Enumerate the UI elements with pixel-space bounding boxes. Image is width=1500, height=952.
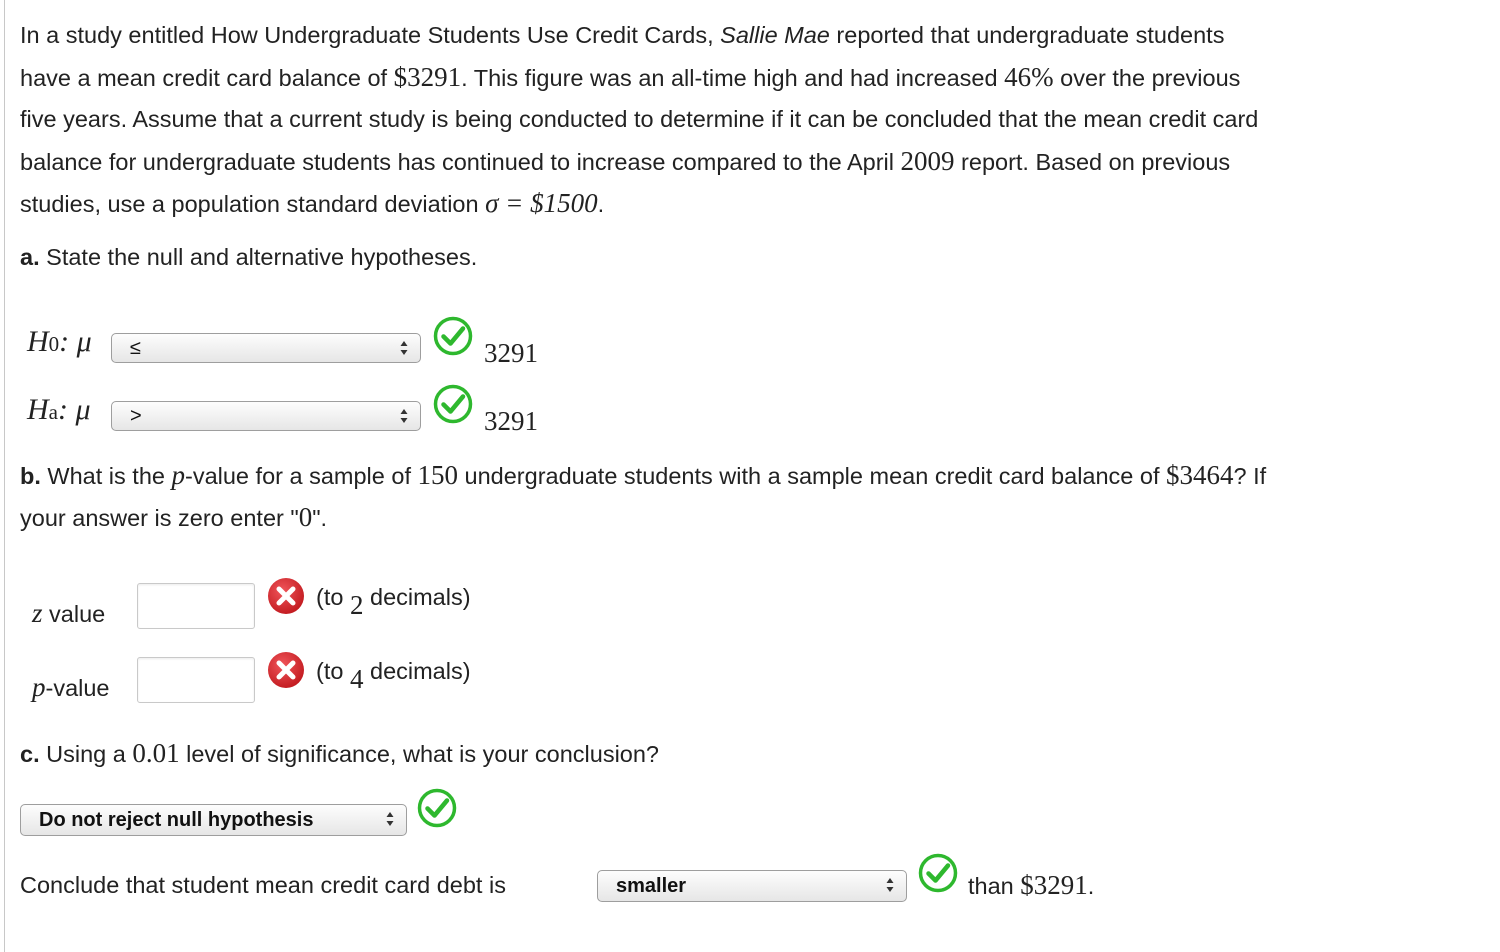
h0-value: 3291 <box>484 338 538 368</box>
z-value-label: z value <box>32 598 106 628</box>
h0-label: H0: μ <box>27 325 92 358</box>
z-x-circle-icon <box>267 577 305 615</box>
ha-value: 3291 <box>484 406 538 436</box>
updown-arrows-icon <box>400 340 408 356</box>
p-value-input[interactable] <box>137 657 255 703</box>
conclude-checkmark-circle-icon <box>918 853 958 893</box>
p-value-label: p-value <box>32 672 110 702</box>
updown-arrows-icon <box>386 811 394 827</box>
part-c-question: c. Using a 0.01 level of significance, w… <box>20 738 659 768</box>
intro-line-2: have a mean credit card balance of $3291… <box>20 62 1241 92</box>
decision-select[interactable]: Do not reject null hypothesis <box>20 804 407 836</box>
ha-relation-select[interactable]: > <box>111 401 421 431</box>
ha-checkmark-circle-icon <box>433 384 473 424</box>
intro-line-3: five years. Assume that a current study … <box>20 106 1259 132</box>
conclude-direction-select[interactable]: smaller <box>597 870 907 902</box>
decision-checkmark-circle-icon <box>417 788 457 828</box>
intro-line-1: In a study entitled How Undergraduate St… <box>20 22 1225 48</box>
intro-line-4: balance for undergraduate students has c… <box>20 146 1231 176</box>
updown-arrows-icon <box>400 408 408 424</box>
p-x-circle-icon <box>267 651 305 689</box>
z-value-input[interactable] <box>137 583 255 629</box>
p-decimals-hint: (to 4 decimals) <box>316 658 471 694</box>
conclude-text: Conclude that student mean credit card d… <box>20 872 506 898</box>
part-a-question: a. State the null and alternative hypoth… <box>20 244 478 270</box>
ha-label: Ha: μ <box>27 393 91 426</box>
intro-line-5: studies, use a population standard devia… <box>20 188 605 218</box>
part-b-question-line-2: your answer is zero enter "0". <box>20 502 328 532</box>
part-b-question-line-1: b. What is the p-value for a sample of 1… <box>20 460 1267 490</box>
h0-relation-select[interactable]: ≤ <box>111 333 421 363</box>
updown-arrows-icon <box>886 877 894 893</box>
conclude-tail: than $3291. <box>968 870 1095 900</box>
z-decimals-hint: (to 2 decimals) <box>316 584 471 620</box>
h0-checkmark-circle-icon <box>433 316 473 356</box>
